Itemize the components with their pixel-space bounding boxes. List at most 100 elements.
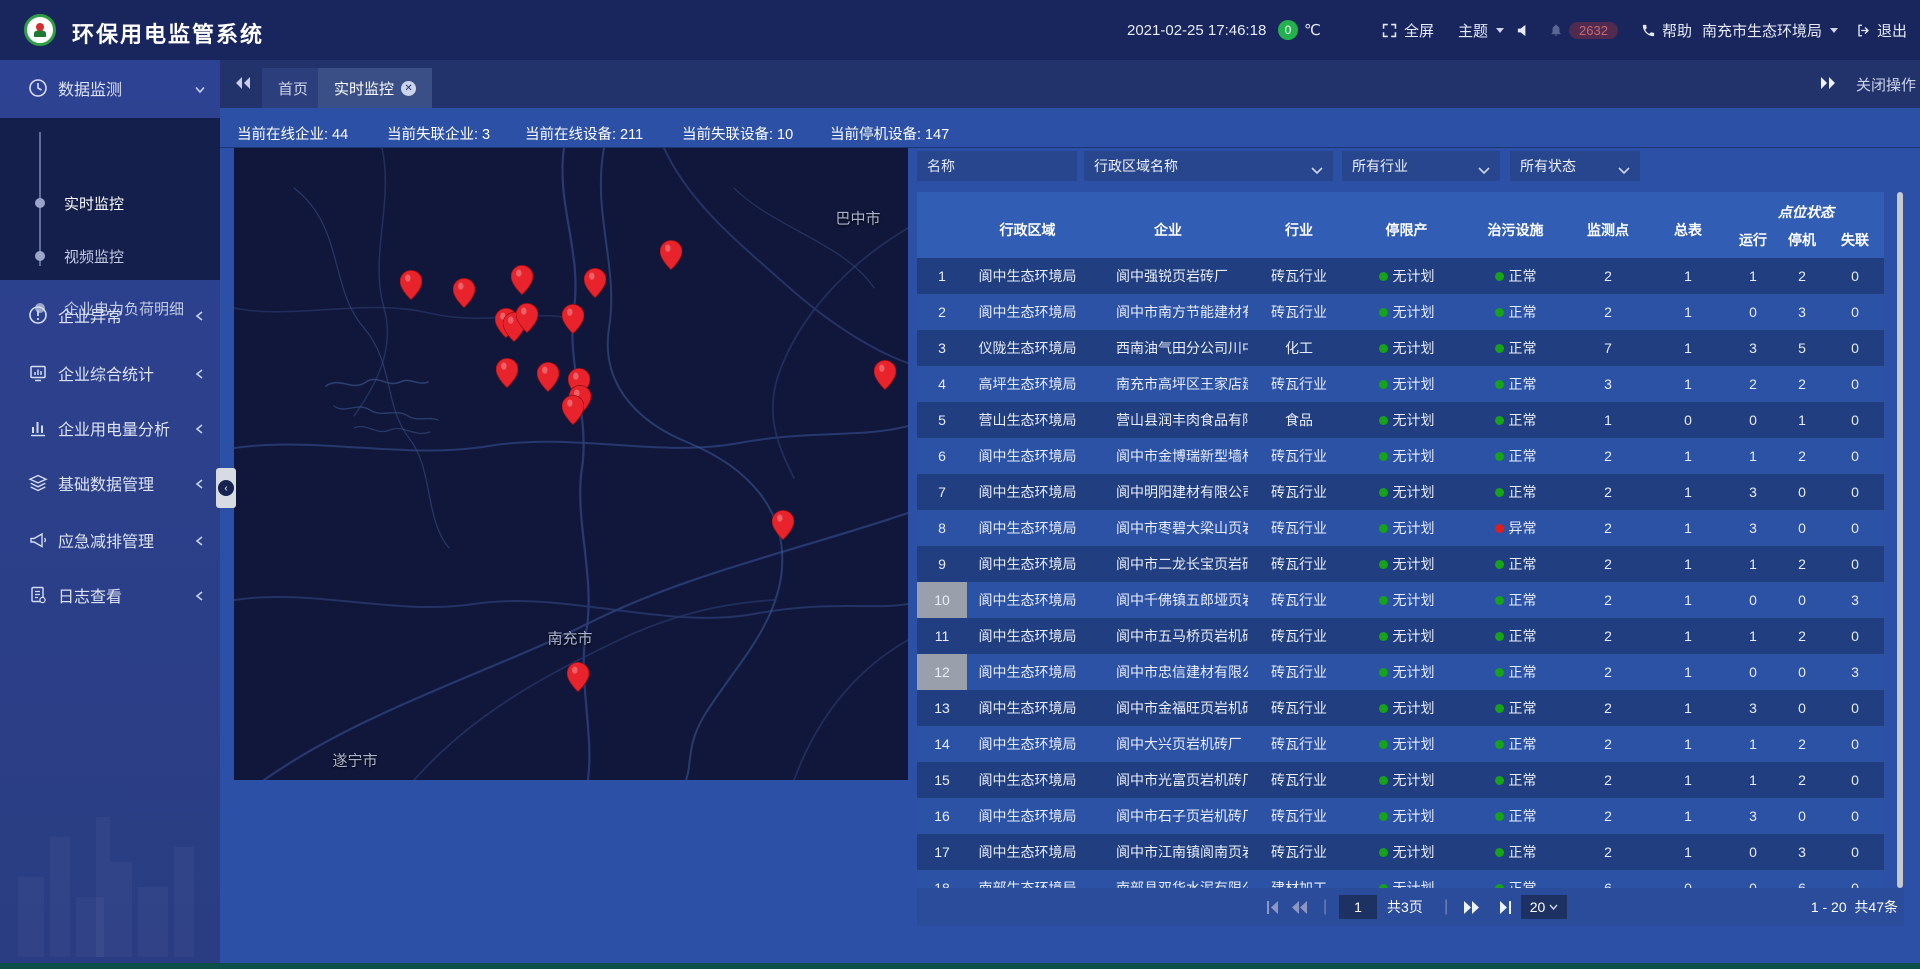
sidebar-item-3[interactable]: 企业综合统计: [0, 353, 220, 393]
map-pin[interactable]: [562, 395, 584, 425]
cell-no: 18: [917, 870, 967, 888]
cell-no: 1: [917, 258, 967, 294]
prev-page-button[interactable]: [1291, 888, 1309, 926]
cell-enterprise: 阆中市光富页岩机砖厂: [1088, 762, 1248, 798]
table-row[interactable]: 4高坪生态环境局南充市高坪区王家店建砖瓦行业无计划正常31220: [917, 366, 1884, 402]
tabs-scroll-right-button[interactable]: [1819, 76, 1837, 95]
chevron-left-icon: ‹: [218, 480, 234, 496]
last-page-button[interactable]: [1497, 888, 1514, 926]
map-panel[interactable]: 巴中市南充市遂宁市: [234, 148, 908, 780]
cell-facility: 正常: [1463, 690, 1568, 726]
cell-lost: 0: [1826, 870, 1884, 888]
cell-no: 11: [917, 618, 967, 654]
name-filter-input[interactable]: [917, 151, 1077, 181]
map-pin[interactable]: [772, 510, 794, 540]
page-number-input[interactable]: [1339, 895, 1377, 919]
stat-item: 当前失联设备: 10: [682, 123, 793, 144]
chevron-down-icon: [1478, 162, 1490, 178]
sidebar-item-1[interactable]: 数据监测: [0, 68, 220, 108]
table-row[interactable]: 7阆中生态环境局阆中明阳建材有限公司砖瓦行业无计划正常21300: [917, 474, 1884, 510]
region-filter-select[interactable]: 行政区域名称: [1084, 151, 1333, 181]
cell-enterprise: 营山县润丰肉食品有限: [1088, 402, 1248, 438]
table-row[interactable]: 1阆中生态环境局阆中强锐页岩砖厂砖瓦行业无计划正常21120: [917, 258, 1884, 294]
table-row[interactable]: 3仪陇生态环境局西南油气田分公司川中化工无计划正常71350: [917, 330, 1884, 366]
map-pin[interactable]: [453, 278, 475, 308]
map-pin[interactable]: [516, 303, 538, 333]
table-row[interactable]: 5营山生态环境局营山县润丰肉食品有限食品无计划正常10010: [917, 402, 1884, 438]
status-dot-icon: [1495, 524, 1504, 533]
temperature-badge: 0: [1278, 20, 1298, 40]
first-page-button[interactable]: [1264, 888, 1281, 926]
tabs-scroll-left-button[interactable]: [234, 76, 252, 95]
cell-industry: 砖瓦行业: [1248, 474, 1350, 510]
table-row[interactable]: 9阆中生态环境局阆中市二龙长宝页岩砖砖瓦行业无计划正常21120: [917, 546, 1884, 582]
sidebar-item-7[interactable]: 日志查看: [0, 575, 220, 615]
page-size-select[interactable]: 20: [1521, 895, 1567, 919]
org-dropdown[interactable]: 南充市生态环境局: [1702, 0, 1838, 60]
close-tab-icon[interactable]: ✕: [401, 81, 416, 96]
status-dot-icon: [1379, 740, 1388, 749]
map-pin[interactable]: [874, 360, 896, 390]
table-row[interactable]: 6阆中生态环境局阆中市金博瑞新型墙材砖瓦行业无计划正常21120: [917, 438, 1884, 474]
cell-total: 1: [1648, 546, 1728, 582]
cell-total: 1: [1648, 474, 1728, 510]
help-button[interactable]: 帮助: [1641, 0, 1692, 60]
industry-filter-select[interactable]: 所有行业: [1342, 151, 1500, 181]
table-row[interactable]: 17阆中生态环境局阆中市江南镇阆南页岩砖瓦行业无计划正常21030: [917, 834, 1884, 870]
status-dot-icon: [1379, 524, 1388, 533]
sidebar-subitem-视频监控[interactable]: 视频监控: [0, 241, 220, 271]
cell-region: 阆中生态环境局: [967, 474, 1088, 510]
cell-stop: 2: [1778, 726, 1826, 762]
cell-total: 0: [1648, 870, 1728, 888]
close-operations-button[interactable]: 关闭操作: [1856, 74, 1916, 95]
map-pin[interactable]: [584, 268, 606, 298]
status-filter-select[interactable]: 所有状态: [1510, 151, 1640, 181]
table-row[interactable]: 2阆中生态环境局阆中市南方节能建材有砖瓦行业无计划正常21030: [917, 294, 1884, 330]
theme-dropdown[interactable]: 主题: [1458, 0, 1504, 60]
sidebar-subitem-实时监控[interactable]: 实时监控: [0, 188, 220, 218]
table-row[interactable]: 13阆中生态环境局阆中市金福旺页岩机砖砖瓦行业无计划正常21300: [917, 690, 1884, 726]
cell-facility: 正常: [1463, 798, 1568, 834]
sidebar-item-label: 企业用电量分析: [58, 416, 170, 440]
sidebar-item-4[interactable]: 企业用电量分析: [0, 408, 220, 448]
cell-stop: 0: [1778, 474, 1826, 510]
sidebar-item-2[interactable]: 企业异常: [0, 295, 220, 335]
table-row[interactable]: 10阆中生态环境局阆中千佛镇五郎垭页岩砖瓦行业无计划正常21003: [917, 582, 1884, 618]
tab-home[interactable]: 首页: [262, 68, 324, 108]
sidebar-item-label: 日志查看: [58, 583, 122, 607]
map-pin[interactable]: [562, 304, 584, 334]
map-pin[interactable]: [660, 240, 682, 270]
table-row[interactable]: 12阆中生态环境局阆中市忠信建材有限公砖瓦行业无计划正常21003: [917, 654, 1884, 690]
table-row[interactable]: 16阆中生态环境局阆中市石子页岩机砖厂砖瓦行业无计划正常21300: [917, 798, 1884, 834]
chevron-down-icon: [1830, 28, 1838, 33]
sidebar-collapse-handle[interactable]: ‹: [216, 468, 236, 508]
map-pin[interactable]: [567, 662, 589, 692]
logout-button[interactable]: 退出: [1856, 0, 1907, 60]
map-pin[interactable]: [537, 362, 559, 392]
cell-total: 1: [1648, 330, 1728, 366]
notifications-button[interactable]: 2632: [1549, 0, 1618, 60]
map-pin[interactable]: [511, 265, 533, 295]
map-pin[interactable]: [496, 358, 518, 388]
col-stop: 停机: [1778, 222, 1826, 258]
cell-enterprise: 阆中市金福旺页岩机砖: [1088, 690, 1248, 726]
timeline-dot-icon: [35, 251, 45, 261]
sound-button[interactable]: [1516, 0, 1531, 60]
table-row[interactable]: 18南部生态环境局南部县双华水泥有限公建材加工无计划正常60060: [917, 870, 1884, 888]
sidebar-item-5[interactable]: 基础数据管理: [0, 463, 220, 503]
fullscreen-button[interactable]: 全屏: [1381, 0, 1434, 60]
status-dot-icon: [1379, 344, 1388, 353]
status-dot-icon: [1495, 308, 1504, 317]
table-row[interactable]: 8阆中生态环境局阆中市枣碧大梁山页岩砖瓦行业无计划异常21300: [917, 510, 1884, 546]
tab-realtime-monitor[interactable]: 实时监控 ✕: [318, 68, 432, 108]
table-row[interactable]: 11阆中生态环境局阆中市五马桥页岩机砖砖瓦行业无计划正常21120: [917, 618, 1884, 654]
cell-limit: 无计划: [1350, 366, 1463, 402]
table-row[interactable]: 15阆中生态环境局阆中市光富页岩机砖厂砖瓦行业无计划正常21120: [917, 762, 1884, 798]
next-page-button[interactable]: [1462, 888, 1480, 926]
map-pin[interactable]: [400, 270, 422, 300]
cell-run: 0: [1728, 834, 1778, 870]
table-row[interactable]: 14阆中生态环境局阆中大兴页岩机砖厂砖瓦行业无计划正常21120: [917, 726, 1884, 762]
sidebar-item-6[interactable]: 应急减排管理: [0, 520, 220, 560]
table-scrollbar[interactable]: [1897, 192, 1903, 888]
cell-stop: 0: [1778, 798, 1826, 834]
